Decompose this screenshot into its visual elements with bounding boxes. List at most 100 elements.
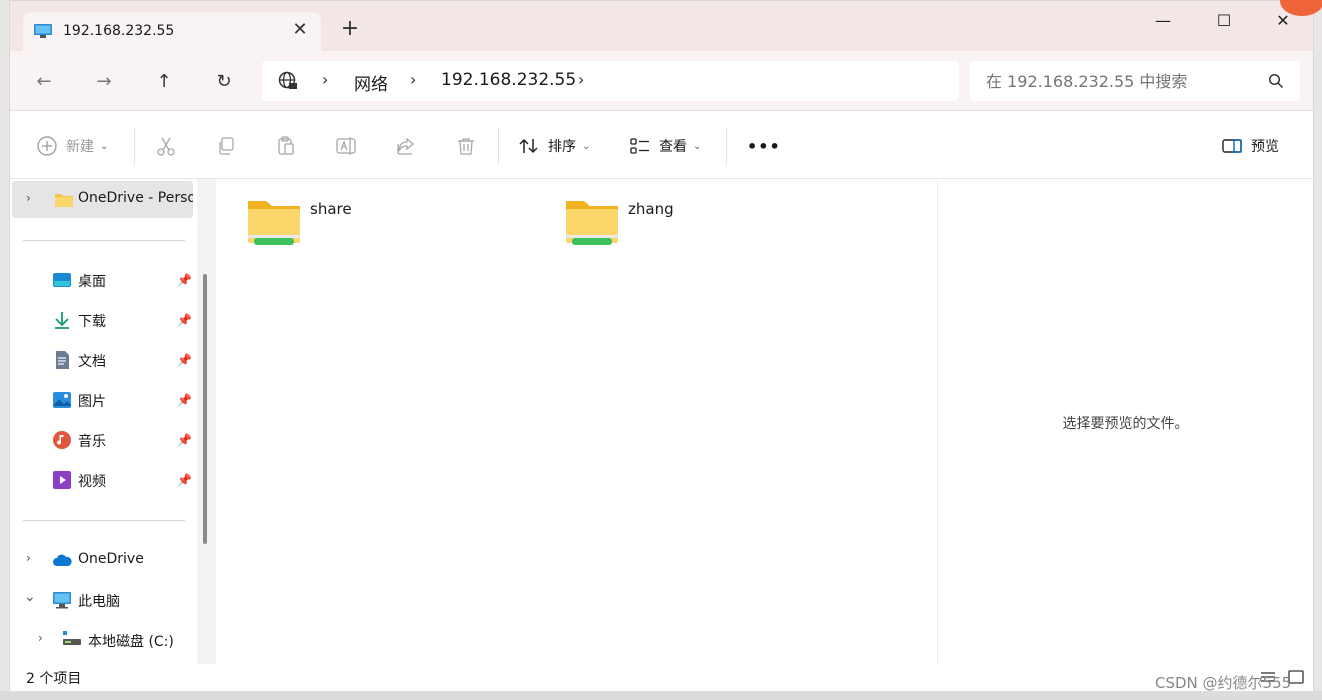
background-strip [0, 691, 1322, 700]
sidebar-item-label: 文档 [78, 354, 106, 370]
back-button[interactable]: ← [31, 69, 57, 95]
sidebar-item-label: OneDrive - Perso [78, 190, 193, 206]
sidebar-item-documents[interactable]: 文档 📌 [10, 345, 200, 375]
scrollbar-thumb[interactable] [203, 274, 207, 544]
refresh-button[interactable]: ↻ [211, 69, 237, 95]
chevron-down-icon: ⌄ [693, 140, 702, 152]
pin-icon[interactable]: 📌 [177, 353, 192, 367]
preview-pane: 选择要预览的文件。 [937, 179, 1313, 664]
pin-icon[interactable]: 📌 [177, 273, 192, 287]
new-tab-button[interactable]: + [340, 18, 360, 40]
sidebar-item-onedrive-personal[interactable]: › OneDrive - Perso [12, 181, 193, 218]
minimize-button[interactable]: — [1140, 7, 1186, 35]
sidebar-item-this-pc[interactable]: ⌄ 此电脑 [10, 585, 200, 615]
video-icon [53, 471, 71, 489]
shared-folder-icon [566, 201, 618, 245]
picture-icon [53, 392, 71, 408]
more-options-button[interactable]: ••• [747, 133, 781, 159]
tab-current[interactable]: 192.168.232.55 ✕ [23, 12, 321, 51]
breadcrumb-network[interactable]: 网络 [354, 70, 388, 95]
chevron-right-icon[interactable]: › [410, 70, 416, 89]
view-icon [630, 138, 649, 154]
breadcrumb-host[interactable]: 192.168.232.55 [441, 70, 576, 90]
folder-name: share [310, 200, 352, 218]
sidebar-item-label: 下载 [78, 314, 106, 330]
sort-label: 排序 [548, 139, 576, 155]
divider [498, 127, 499, 165]
preview-button[interactable]: 预览 [1221, 133, 1279, 159]
chevron-right-icon[interactable]: › [38, 631, 43, 645]
up-button[interactable]: ↑ [151, 69, 177, 95]
new-button[interactable]: 新建 ⌄ [36, 133, 108, 159]
pin-icon[interactable]: 📌 [177, 473, 192, 487]
rename-icon[interactable] [335, 135, 357, 157]
search-input[interactable] [986, 69, 1256, 93]
divider [23, 240, 185, 241]
item-count: 2 个项目 [26, 671, 82, 687]
new-label: 新建 [66, 139, 94, 155]
sidebar-item-label: 图片 [78, 394, 106, 410]
drive-icon [63, 631, 81, 645]
sidebar-item-videos[interactable]: 视频 📌 [10, 465, 200, 495]
command-bar: 新建 ⌄ 排序 ⌄ 查看 ⌄ ••• 预览 [10, 112, 1313, 179]
watermark: CSDN @约德尔555 [1155, 674, 1292, 692]
folder-name: zhang [628, 200, 674, 218]
paste-icon[interactable] [275, 135, 297, 157]
maximize-button[interactable]: ☐ [1201, 7, 1247, 35]
sidebar-item-downloads[interactable]: 下载 📌 [10, 305, 200, 335]
sidebar-item-label: OneDrive [78, 551, 144, 567]
search-icon[interactable] [1268, 73, 1284, 89]
music-icon [53, 431, 71, 449]
folder-item-zhang[interactable]: zhang [564, 197, 674, 249]
chevron-right-icon[interactable]: › [26, 191, 31, 205]
chevron-down-icon: ⌄ [100, 140, 109, 152]
chevron-down-icon[interactable]: ⌄ [24, 589, 36, 605]
sidebar-item-label: 桌面 [78, 274, 106, 290]
sidebar-item-music[interactable]: 音乐 📌 [10, 425, 200, 455]
chevron-down-icon: ⌄ [582, 140, 591, 152]
title-bar: 192.168.232.55 ✕ + — ☐ ✕ [10, 1, 1313, 51]
sidebar-item-onedrive[interactable]: › OneDrive [10, 545, 200, 575]
tab-title: 192.168.232.55 [63, 23, 175, 39]
sidebar-item-local-disk[interactable]: › 本地磁盘 (C:) [10, 625, 200, 655]
computer-icon [34, 24, 52, 38]
onedrive-cloud-icon [53, 554, 72, 566]
plus-circle-icon [37, 136, 57, 156]
view-button[interactable]: 查看 ⌄ [629, 133, 701, 159]
sidebar-item-desktop[interactable]: 桌面 📌 [10, 265, 200, 295]
close-tab-icon[interactable]: ✕ [289, 19, 311, 41]
pin-icon[interactable]: 📌 [177, 313, 192, 327]
folder-item-share[interactable]: share [246, 197, 352, 249]
sort-icon [519, 138, 538, 154]
folder-icon [55, 194, 73, 207]
file-explorer-window: 192.168.232.55 ✕ + — ☐ ✕ ← → ↑ ↻ › 网络 › … [9, 0, 1314, 692]
search-box[interactable] [970, 61, 1300, 101]
divider [726, 127, 727, 165]
network-icon [278, 71, 297, 89]
chevron-right-icon[interactable]: › [26, 551, 31, 565]
address-bar[interactable]: › 网络 › 192.168.232.55 › [262, 61, 959, 101]
pin-icon[interactable]: 📌 [177, 433, 192, 447]
forward-button[interactable]: → [91, 69, 117, 95]
divider [134, 127, 135, 165]
delete-icon[interactable] [455, 135, 477, 157]
preview-label: 预览 [1251, 139, 1279, 155]
file-list: share zhang [216, 179, 936, 664]
copy-icon[interactable] [215, 135, 237, 157]
chevron-right-icon[interactable]: › [322, 70, 328, 89]
pin-icon[interactable]: 📌 [177, 393, 192, 407]
share-icon[interactable] [395, 135, 417, 157]
cut-icon[interactable] [155, 135, 177, 157]
preview-pane-icon [1222, 139, 1242, 153]
sort-button[interactable]: 排序 ⌄ [518, 133, 590, 159]
desktop-icon [53, 273, 71, 287]
status-bar: 2 个项目 [10, 664, 1313, 692]
shared-folder-icon [248, 201, 300, 245]
sidebar-item-label: 音乐 [78, 434, 106, 450]
preview-message: 选择要预览的文件。 [1062, 416, 1189, 432]
sidebar-item-pictures[interactable]: 图片 📌 [10, 385, 200, 415]
download-icon [55, 312, 69, 329]
chevron-right-icon[interactable]: › [578, 70, 584, 89]
document-icon [56, 351, 69, 369]
address-row: ← → ↑ ↻ › 网络 › 192.168.232.55 › [10, 51, 1313, 111]
